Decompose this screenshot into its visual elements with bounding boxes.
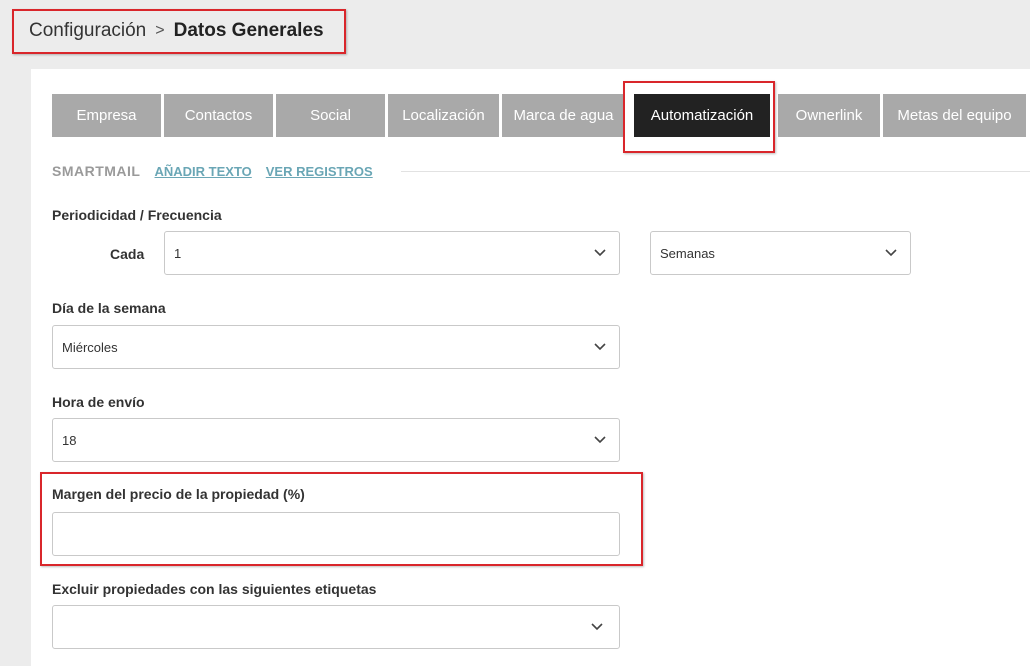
- tab-empresa[interactable]: Empresa: [52, 94, 161, 137]
- frequency-unit-value: Semanas: [660, 245, 715, 261]
- page-title: Datos Generales: [173, 20, 324, 41]
- tab-marca-de-agua[interactable]: Marca de agua: [502, 94, 625, 137]
- tab-localizacion[interactable]: Localización: [388, 94, 499, 137]
- section-title: SMARTMAIL: [52, 163, 141, 179]
- tab-label: Metas del equipo: [897, 107, 1012, 124]
- tab-bar: Empresa Contactos Social Localización Ma…: [52, 94, 1029, 137]
- every-select[interactable]: 1: [164, 231, 620, 275]
- smartmail-subnav: SMARTMAIL AÑADIR TEXTO VER REGISTROS: [52, 163, 373, 179]
- chevron-down-icon: [594, 343, 606, 351]
- exclude-tags-label: Excluir propiedades con las siguientes e…: [52, 581, 377, 597]
- chevron-down-icon: [594, 436, 606, 444]
- settings-card: Empresa Contactos Social Localización Ma…: [31, 69, 1030, 666]
- weekday-value: Miércoles: [62, 339, 118, 355]
- tab-label: Marca de agua: [513, 107, 614, 124]
- chevron-down-icon: [594, 249, 606, 257]
- tab-contactos[interactable]: Contactos: [164, 94, 273, 137]
- page: Configuración > Datos Generales Empresa …: [0, 0, 1030, 666]
- weekday-select[interactable]: Miércoles: [52, 325, 620, 369]
- tab-label: Empresa: [76, 107, 137, 124]
- view-logs-link[interactable]: VER REGISTROS: [266, 164, 373, 179]
- chevron-down-icon: [885, 249, 897, 257]
- price-margin-input[interactable]: [52, 512, 620, 556]
- breadcrumb-parent[interactable]: Configuración: [29, 20, 146, 42]
- tab-label: Social: [310, 107, 351, 124]
- tab-social[interactable]: Social: [276, 94, 385, 137]
- frequency-unit-select[interactable]: Semanas: [650, 231, 911, 275]
- tab-automatizacion[interactable]: Automatización: [634, 94, 770, 137]
- exclude-tags-select[interactable]: [52, 605, 620, 649]
- breadcrumb: Configuración > Datos Generales: [29, 20, 324, 42]
- send-hour-value: 18: [62, 432, 77, 448]
- tab-label: Automatización: [650, 107, 754, 124]
- weekday-label: Día de la semana: [52, 300, 166, 316]
- price-margin-label: Margen del precio de la propiedad (%): [52, 486, 305, 502]
- divider: [401, 171, 1030, 172]
- send-hour-label: Hora de envío: [52, 394, 145, 410]
- chevron-down-icon: [591, 623, 603, 631]
- every-label: Cada: [110, 246, 145, 262]
- tab-label: Ownerlink: [795, 107, 863, 124]
- tab-metas-del-equipo[interactable]: Metas del equipo: [883, 94, 1026, 137]
- frequency-label: Periodicidad / Frecuencia: [52, 207, 222, 223]
- tab-ownerlink[interactable]: Ownerlink: [778, 94, 880, 137]
- send-hour-select[interactable]: 18: [52, 418, 620, 462]
- add-text-link[interactable]: AÑADIR TEXTO: [155, 164, 252, 179]
- every-value: 1: [174, 245, 182, 261]
- tab-label: Contactos: [184, 107, 253, 124]
- chevron-right-icon: >: [155, 22, 165, 39]
- tab-label: Localización: [402, 107, 485, 124]
